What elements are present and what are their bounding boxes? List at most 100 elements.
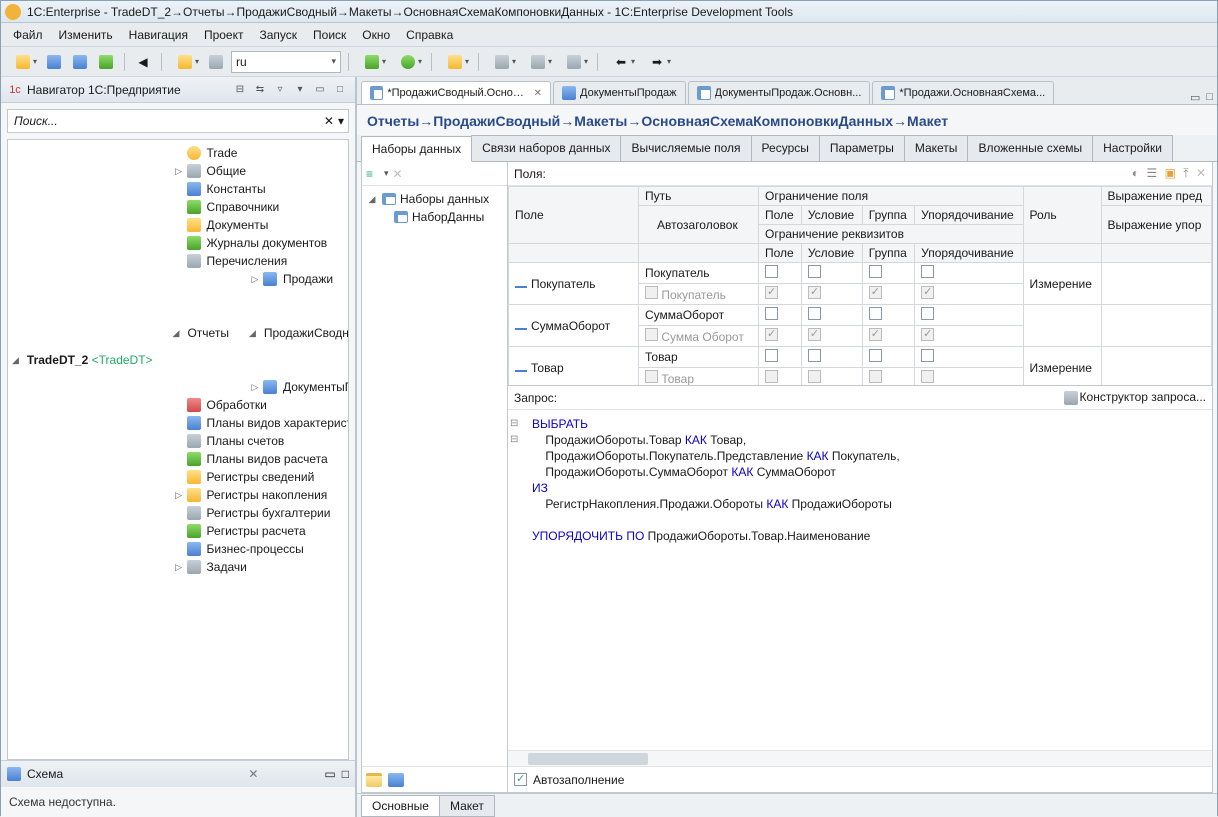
tree-item[interactable]: Документы xyxy=(173,216,349,234)
grid-row[interactable]: ПокупательПокупательИзмерение xyxy=(509,263,1212,284)
col-expr[interactable]: Выражение пред xyxy=(1101,187,1211,206)
col-autotitle[interactable]: Автозаголовок xyxy=(639,206,759,244)
menu-navigation[interactable]: Навигация xyxy=(123,25,194,45)
dataset-tree[interactable]: ◢Наборы данных НаборДанны xyxy=(362,186,507,766)
tree-item[interactable]: Регистры бухгалтерии xyxy=(173,504,349,522)
new-button[interactable] xyxy=(7,51,39,73)
link-editor-button[interactable]: ⇆ xyxy=(251,82,269,98)
tree-item[interactable]: ▷Задачи xyxy=(173,558,349,576)
menu-window[interactable]: Окно xyxy=(356,25,396,45)
delete-dataset-button[interactable]: ✕ xyxy=(393,167,403,181)
tree-item[interactable]: Константы xyxy=(173,180,349,198)
tree-item[interactable]: Планы видов расчета xyxy=(173,450,349,468)
bottom-tab-main[interactable]: Основные xyxy=(361,795,440,817)
col-path[interactable]: Путь xyxy=(639,187,759,206)
save-icon[interactable] xyxy=(388,773,404,787)
dcs-tab-datasets[interactable]: Наборы данных xyxy=(361,136,472,162)
tree-item[interactable]: Планы видов характеристик xyxy=(173,414,349,432)
nav-fwd-button[interactable]: ➡ xyxy=(641,51,673,73)
bottom-tab-layout[interactable]: Макет xyxy=(439,795,495,817)
dcs-tab-layouts[interactable]: Макеты xyxy=(904,135,969,161)
col-role[interactable]: Роль xyxy=(1023,187,1101,244)
editor-tab[interactable]: ДокументыПродаж xyxy=(553,81,686,104)
debug-button[interactable] xyxy=(356,51,388,73)
editor-tab[interactable]: ДокументыПродаж.Основн... xyxy=(688,81,871,104)
minimize-button[interactable]: ▭ xyxy=(1190,91,1200,104)
tree-item[interactable]: Обработки xyxy=(173,396,349,414)
dcs-tab-settings[interactable]: Настройки xyxy=(1092,135,1173,161)
tool2-button[interactable] xyxy=(522,51,554,73)
navigator-tree[interactable]: ◢TradeDT_2 <TradeDT> Trade ▷Общие Конста… xyxy=(7,139,349,760)
col-field-restr[interactable]: Ограничение поля xyxy=(759,187,1024,206)
tree-item[interactable]: ▷Регистры накопления xyxy=(173,486,349,504)
view-menu-button[interactable]: ▾ xyxy=(291,82,309,98)
tree-item[interactable]: Регистры расчета xyxy=(173,522,349,540)
autofill-checkbox[interactable] xyxy=(514,773,527,786)
tree-item-sales-summary[interactable]: ◢ПродажиСводный Реквизиты Табличные част… xyxy=(249,288,349,378)
tree-item[interactable]: ▷Продажи xyxy=(249,270,349,288)
minimize-button[interactable]: ▭ xyxy=(311,82,329,98)
col-sub-group[interactable]: Группа xyxy=(862,206,914,225)
col-sub-cond[interactable]: Условие xyxy=(801,206,862,225)
save-all-button[interactable] xyxy=(69,51,91,73)
dcs-tab-nested[interactable]: Вложенные схемы xyxy=(967,135,1093,161)
tool1-button[interactable] xyxy=(486,51,518,73)
maximize-button[interactable]: □ xyxy=(331,82,349,98)
col-field[interactable]: Поле xyxy=(509,187,639,244)
grid-row[interactable]: ТоварТоварИзмерение xyxy=(509,347,1212,368)
fields-tool-2[interactable]: ☰ xyxy=(1146,166,1157,180)
dcs-tab-calc[interactable]: Вычисляемые поля xyxy=(620,135,751,161)
fields-tool-1[interactable]: ◐ xyxy=(1132,166,1139,180)
filter-button[interactable]: ▿ xyxy=(271,82,289,98)
grid-row[interactable]: СуммаОборотСуммаОборот xyxy=(509,305,1212,326)
col-sub-order[interactable]: Упорядочивание xyxy=(915,206,1023,225)
run-button[interactable] xyxy=(392,51,424,73)
fields-tool-4[interactable]: ⤒ xyxy=(1183,166,1188,180)
tool3-button[interactable] xyxy=(558,51,590,73)
language-combo[interactable]: ru xyxy=(231,51,341,73)
query-h-scrollbar[interactable] xyxy=(508,750,1212,766)
menu-run[interactable]: Запуск xyxy=(253,25,303,45)
menu-help[interactable]: Справка xyxy=(400,25,459,45)
col-req-restr[interactable]: Ограничение реквизитов xyxy=(759,225,1024,244)
dcs-tab-links[interactable]: Связи наборов данных xyxy=(471,135,621,161)
nav-back-button[interactable]: ⬅ xyxy=(605,51,637,73)
col-expr2[interactable]: Выражение упор xyxy=(1101,206,1211,244)
add-menu-icon[interactable]: ▾ xyxy=(384,168,389,179)
tree-item[interactable]: Справочники xyxy=(173,198,349,216)
menu-file[interactable]: Файл xyxy=(7,25,49,45)
add-dataset-button[interactable]: ≡ xyxy=(366,167,380,181)
wand-button[interactable] xyxy=(439,51,471,73)
back-button[interactable]: ◀ xyxy=(132,51,154,73)
tree-item-reports[interactable]: ◢Отчеты ▷Продажи ◢ПродажиСводный Реквизи… xyxy=(173,270,349,396)
save-button[interactable] xyxy=(43,51,65,73)
query-text[interactable]: ⊟⊟ ВЫБРАТЬ ПродажиОбороты.Товар КАК Това… xyxy=(508,410,1212,750)
maximize-button[interactable]: □ xyxy=(342,767,349,781)
editor-tab[interactable]: *Продажи.ОсновнаяСхема... xyxy=(872,81,1054,104)
tree-item[interactable]: ▷Общие xyxy=(173,162,349,180)
tree-root[interactable]: ◢TradeDT_2 <TradeDT> Trade ▷Общие Конста… xyxy=(12,144,346,576)
maximize-button[interactable]: □ xyxy=(1206,91,1213,104)
fields-tool-5[interactable]: ✕ xyxy=(1196,166,1206,180)
tree-item[interactable]: Планы счетов xyxy=(173,432,349,450)
dcs-tab-resources[interactable]: Ресурсы xyxy=(751,135,820,161)
refresh-button[interactable] xyxy=(95,51,117,73)
tree-item[interactable]: Бизнес-процессы xyxy=(173,540,349,558)
lang-icon-button[interactable] xyxy=(205,51,227,73)
dcs-tab-params[interactable]: Параметры xyxy=(819,135,905,161)
tree-item[interactable]: Trade xyxy=(173,144,349,162)
query-designer-link[interactable]: Конструктор запроса... xyxy=(1064,390,1206,405)
schema-close[interactable]: ✕ xyxy=(248,767,258,781)
clear-search-icon[interactable]: ✕ xyxy=(324,114,334,128)
tree-item[interactable]: Регистры сведений xyxy=(173,468,349,486)
menu-edit[interactable]: Изменить xyxy=(53,25,119,45)
open-icon[interactable] xyxy=(366,773,382,787)
link-button[interactable] xyxy=(169,51,201,73)
navigator-search[interactable]: Поиск... ✕▾ xyxy=(7,109,349,133)
close-tab-icon[interactable]: ✕ xyxy=(534,88,542,99)
menu-search[interactable]: Поиск xyxy=(307,25,352,45)
tree-item[interactable]: Журналы документов xyxy=(173,234,349,252)
fields-tool-3[interactable]: ▣ xyxy=(1165,166,1176,180)
fields-grid[interactable]: Поле Путь Ограничение поля Роль Выражени… xyxy=(508,186,1212,386)
tree-item[interactable]: ▷ДокументыПродаж xyxy=(249,378,349,396)
